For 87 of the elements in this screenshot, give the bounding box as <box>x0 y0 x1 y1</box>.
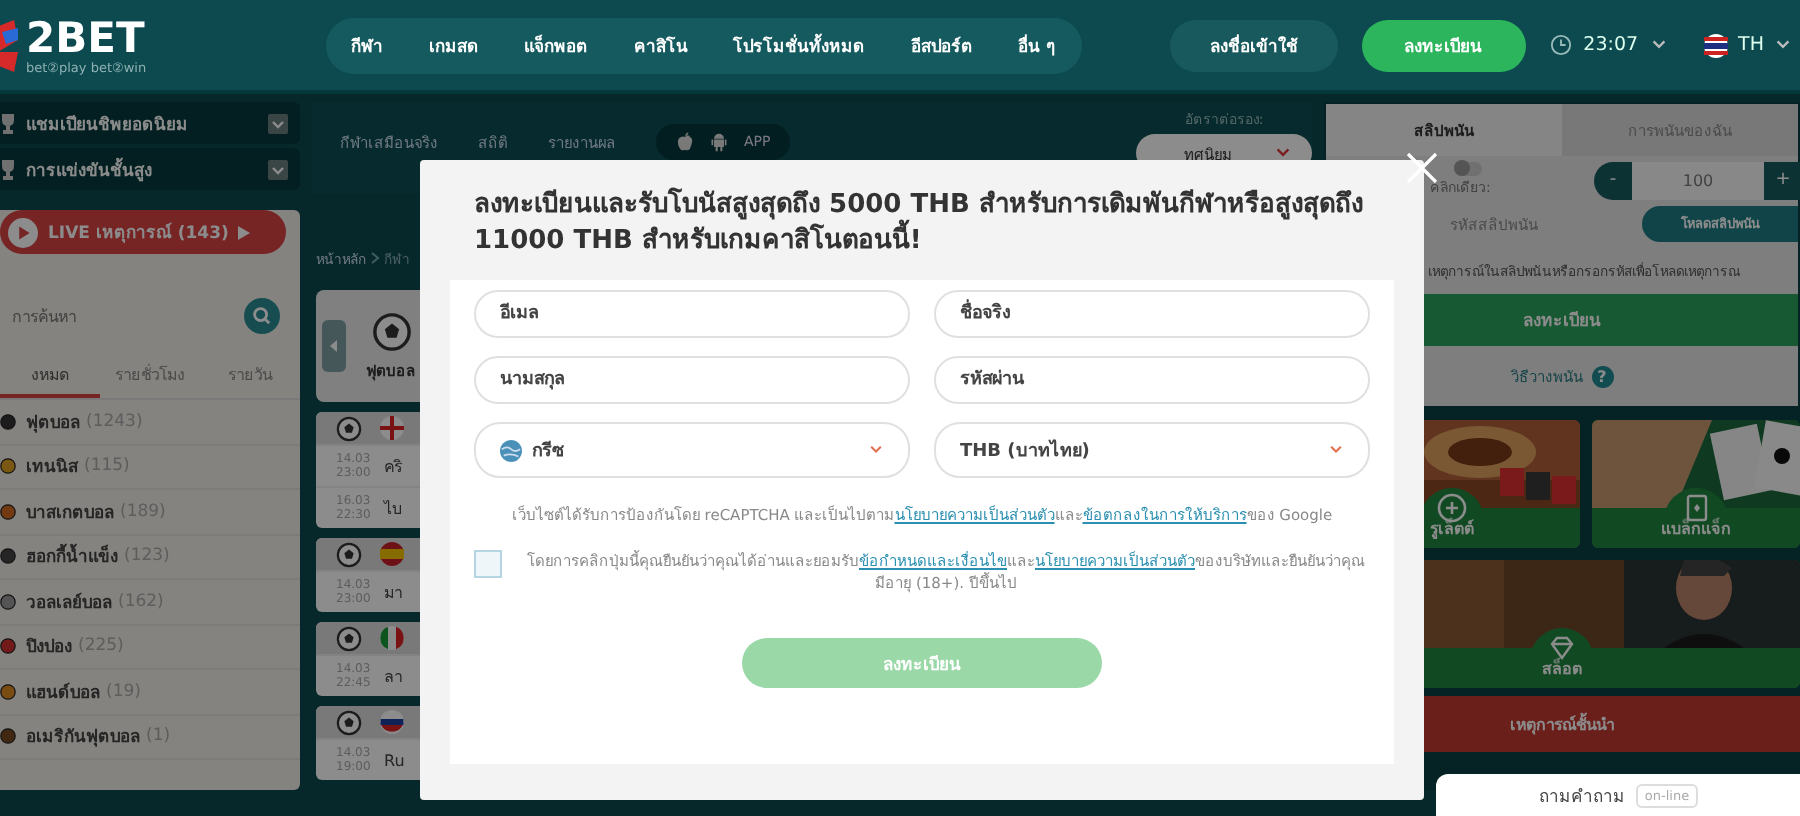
football-icon <box>336 625 362 651</box>
football-icon <box>336 541 362 567</box>
sidebar-group[interactable]: การแข่งขันชั้นสูง <box>0 148 300 190</box>
nav-link[interactable]: เกมสด <box>418 31 489 59</box>
dialog-title: ลงทะเบียนและรับโบนัสสูงสุดถึง 5000 THB สำหรับการเดิมพันกีฬาหรือสูงสุดถึง 11000 THB สำหรับเกมคาสิโนตอนนี้! <box>472 188 1365 260</box>
ball-icon <box>0 638 16 655</box>
select-field[interactable]: กรีซ <box>474 422 910 478</box>
logo-icon <box>0 19 22 71</box>
chevron-icon <box>1274 144 1292 162</box>
logo-text: 2BET <box>26 15 147 59</box>
globe-icon <box>500 439 522 461</box>
flag-icon <box>380 542 404 566</box>
stake-field[interactable]: 100 <box>1632 161 1764 199</box>
search-field[interactable]: การค้นหา <box>12 307 236 325</box>
ball-icon <box>0 728 16 745</box>
flag-icon <box>380 626 404 650</box>
team-name[interactable]: ไบ <box>384 495 402 521</box>
chevron-icon[interactable] <box>1774 36 1792 54</box>
filter-tab[interactable]: รายวัน <box>200 354 300 398</box>
ball-icon <box>0 548 16 565</box>
ball-icon <box>0 503 16 520</box>
ball-icon <box>0 413 16 430</box>
nav-link[interactable]: อีสปอร์ต <box>900 31 983 59</box>
live-button[interactable]: LIVE เหตุการณ์ (143) <box>0 210 286 254</box>
input-field[interactable]: รหัสผ่าน <box>934 356 1370 404</box>
ball-icon <box>0 458 16 475</box>
sport-name: อเมริกันฟุตบอล <box>26 725 140 751</box>
football-icon <box>336 709 362 735</box>
chevron-icon[interactable] <box>1650 36 1669 54</box>
clock-icon <box>1549 34 1572 56</box>
ball-icon <box>0 683 16 700</box>
chevron-icon <box>268 113 288 133</box>
tile-label: สล็อต <box>1542 655 1582 681</box>
chevron-icon <box>1328 442 1344 458</box>
help-icon[interactable]: ? <box>1591 365 1613 387</box>
clock-time: 23:07 <box>1583 34 1639 56</box>
arrow-icon <box>238 225 251 239</box>
sport-name: ฟุตบอล <box>26 411 80 436</box>
trophy-icon <box>0 159 16 179</box>
sport-name: แฮนด์บอล <box>26 680 100 706</box>
chevron-icon <box>268 159 288 179</box>
filter-tab[interactable]: งหมด <box>0 354 100 398</box>
sport-name: เทนนิส <box>26 455 78 481</box>
input-field[interactable]: อีเมล <box>474 290 910 338</box>
nav-link[interactable]: คาสิโน <box>623 31 698 59</box>
chevron-icon <box>868 442 884 458</box>
nav-link[interactable]: อื่น ๆ <box>1008 31 1066 59</box>
android-icon <box>710 132 728 152</box>
flag-icon <box>380 416 404 440</box>
login-button[interactable]: ลงชื่อเข้าใช้ <box>1170 19 1338 71</box>
sidebar-group[interactable]: แชมเปียนชิพยอดนิยม <box>0 102 300 144</box>
trophy-icon <box>0 113 16 133</box>
sport-name: วอลเลย์บอล <box>26 590 112 616</box>
nav-link[interactable]: โปรโมชั่นทั้งหมด <box>723 31 876 59</box>
apple-icon <box>676 132 694 152</box>
checkbox[interactable] <box>474 550 502 578</box>
register-button[interactable]: ลงทะเบียน <box>1361 19 1526 71</box>
play-icon <box>8 217 38 247</box>
football-icon <box>336 415 362 441</box>
minus-button[interactable]: - <box>1594 161 1632 199</box>
language-label: TH <box>1738 34 1764 56</box>
input-field[interactable]: ชื่อจริง <box>934 290 1370 338</box>
team-name[interactable]: Ru <box>384 751 405 769</box>
football-icon <box>371 311 411 351</box>
filter-tab[interactable]: รายชั่วโมง <box>100 354 200 398</box>
toggle-switch[interactable] <box>1454 162 1482 176</box>
tile-label: แบล็กแจ็ก <box>1661 515 1731 541</box>
ball-icon <box>0 593 16 610</box>
select-field[interactable]: THB (บาทไทย) <box>934 422 1370 478</box>
sport-name: ปิงปอง <box>26 635 72 661</box>
plus-button[interactable]: + <box>1764 161 1800 199</box>
sport-name: ฮอกกี้น้ำแข็ง <box>26 542 118 571</box>
tile-label: รูเล็ตต์ <box>1430 515 1474 541</box>
close-icon[interactable] <box>1406 152 1438 184</box>
chevron-icon <box>370 252 380 264</box>
sport-name: บาสเกตบอล <box>26 501 114 526</box>
nav-link[interactable]: กีฬา <box>341 31 394 59</box>
search-icon[interactable] <box>244 298 280 334</box>
casino-tile[interactable]: แบล็กแจ็ก <box>1592 420 1800 548</box>
chat-label: ถามคำถาม <box>1538 785 1625 809</box>
team-name[interactable]: มา <box>384 579 402 605</box>
team-name[interactable]: ลา <box>384 663 402 689</box>
team-name[interactable]: คริ <box>384 453 402 479</box>
input-field[interactable]: นามสกุล <box>474 356 910 404</box>
flag-icon <box>380 710 404 734</box>
nav-link[interactable]: แจ็กพอต <box>514 31 599 59</box>
flag-icon[interactable] <box>1704 33 1729 57</box>
